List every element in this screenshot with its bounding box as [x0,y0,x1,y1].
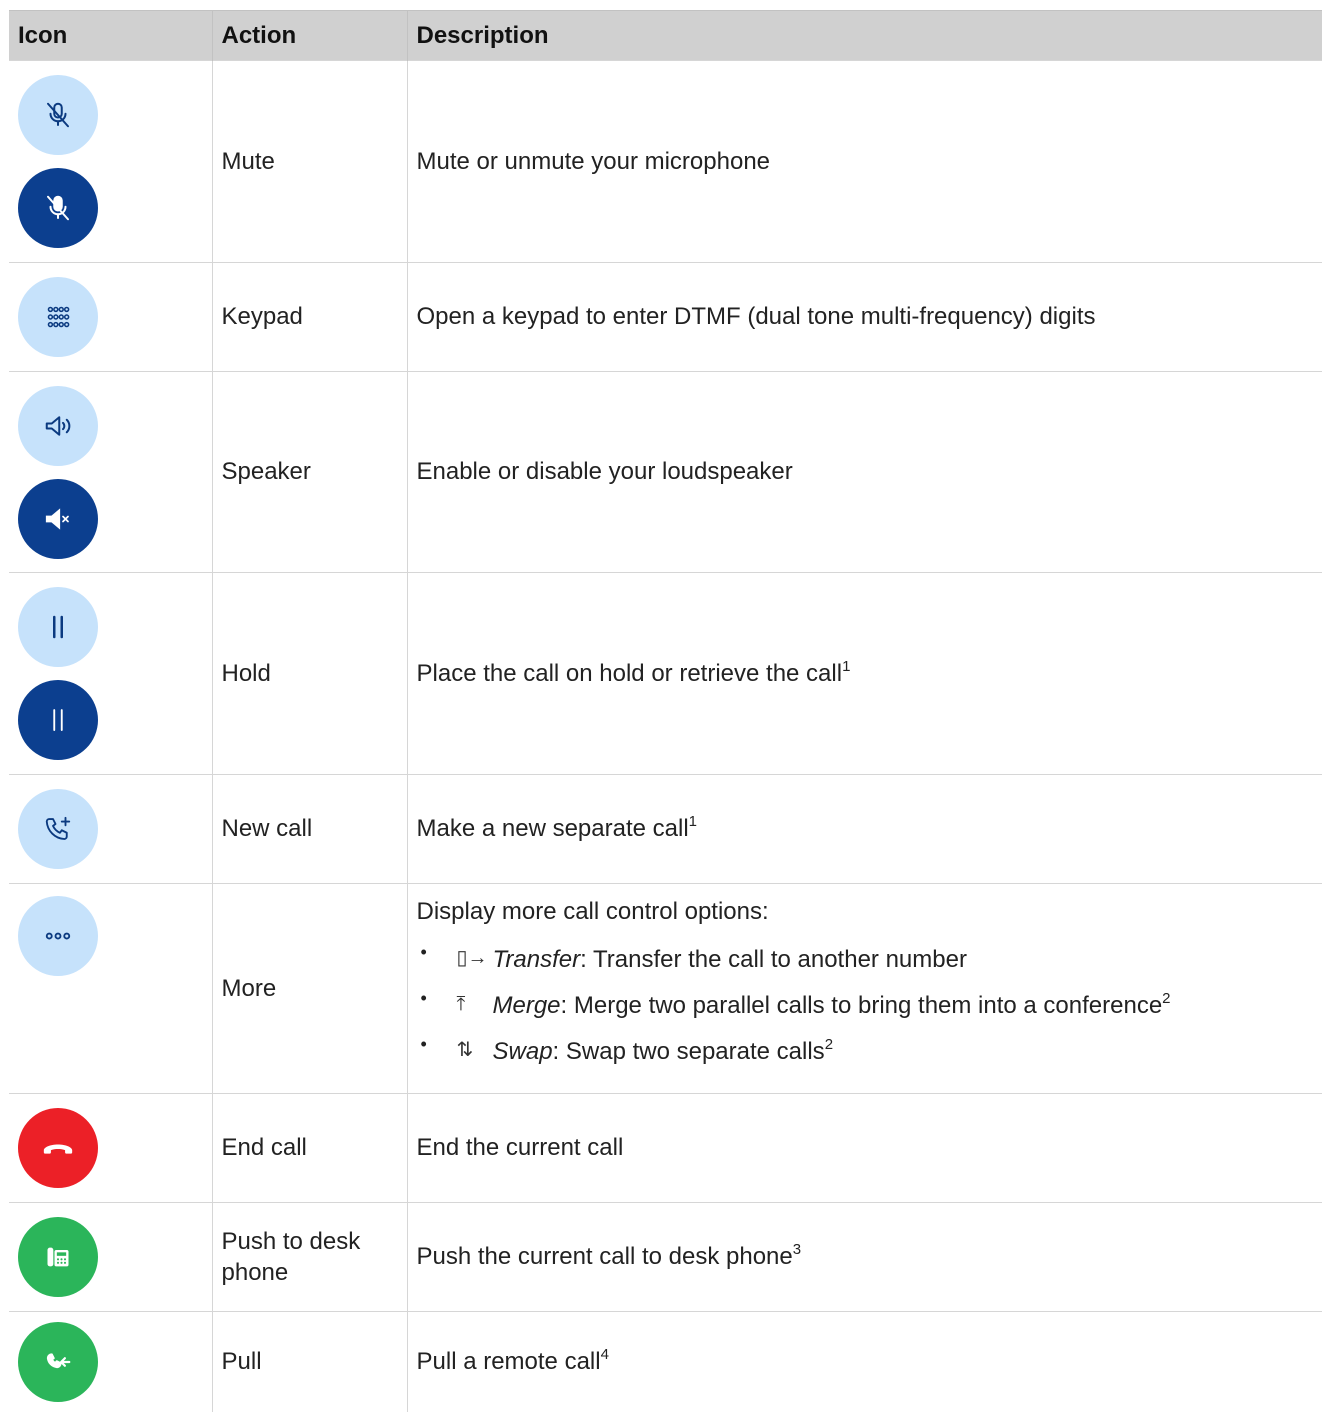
description-cell: Make a new separate call1 [407,775,1322,884]
table-row: Hold Place the call on hold or retrieve … [9,573,1322,775]
pause-icon[interactable] [18,680,98,760]
description-cell: Push the current call to desk phone3 [407,1203,1322,1312]
icon-cell [9,573,212,775]
table-row: New call Make a new separate call1 [9,775,1322,884]
header-description: Description [407,11,1322,61]
description-text: Push the current call to desk phone [417,1243,793,1270]
more-options-list: • ▯→ Transfer: Transfer the call to anot… [417,941,1322,1071]
icon-cell [9,263,212,372]
list-item: • ⇅ Swap: Swap two separate calls2 [417,1033,1322,1071]
icon-cell [9,1312,212,1412]
description-cell: End the current call [407,1094,1322,1203]
description-text: Place the call on hold or retrieve the c… [417,660,843,687]
action-cell: Pull [212,1312,407,1412]
option-name: Transfer [493,946,581,973]
table-row: Keypad Open a keypad to enter DTMF (dual… [9,263,1322,372]
action-cell: More [212,884,407,1094]
option-name: Merge [493,992,561,1019]
option-name: Swap [493,1038,553,1065]
description-text: Pull a remote call [417,1348,601,1375]
description-cell: Open a keypad to enter DTMF (dual tone m… [407,263,1322,372]
table-row: Speaker Enable or disable your loudspeak… [9,372,1322,573]
bullet: • [421,979,427,1017]
keypad-icon[interactable] [18,277,98,357]
action-cell: Push to desk phone [212,1203,407,1312]
description-text: Make a new separate call [417,815,689,842]
header-action: Action [212,11,407,61]
action-cell: End call [212,1094,407,1203]
footnote-ref: 4 [601,1346,609,1363]
icon-cell [9,1094,212,1203]
swap-icon: ⇅ [457,1033,474,1067]
option-text: : Swap two separate calls [553,1038,825,1065]
icon-cell [9,372,212,573]
footnote-ref: 2 [825,1036,833,1053]
table-header-row: Icon Action Description [9,11,1322,61]
pause-icon[interactable] [18,587,98,667]
table-row: Mute Mute or unmute your microphone [9,61,1322,263]
footnote-ref: 2 [1162,990,1170,1007]
phone-add-icon[interactable] [18,789,98,869]
call-controls-table: Icon Action Description [9,10,1322,1412]
description-text: Display more call control options: [417,896,1322,927]
icon-cell [9,775,212,884]
more-icon[interactable] [18,896,98,976]
footnote-ref: 1 [842,658,850,675]
transfer-icon: ▯→ [457,941,488,975]
description-cell: Place the call on hold or retrieve the c… [407,573,1322,775]
table-row: End call End the current call [9,1094,1322,1203]
speaker-icon[interactable] [18,386,98,466]
description-cell: Display more call control options: • ▯→ … [407,884,1322,1094]
list-item: • ⤒ Merge: Merge two parallel calls to b… [417,987,1322,1025]
table-row: More Display more call control options: … [9,884,1322,1094]
icon-cell [9,1203,212,1312]
table-row: Pull Pull a remote call4 [9,1312,1322,1412]
list-item: • ▯→ Transfer: Transfer the call to anot… [417,941,1322,979]
speaker-muted-icon[interactable] [18,479,98,559]
footnote-ref: 3 [793,1241,801,1258]
action-cell: New call [212,775,407,884]
icon-cell [9,61,212,263]
header-icon: Icon [9,11,212,61]
option-text: : Merge two parallel calls to bring them… [561,992,1163,1019]
merge-icon: ⤒ [457,987,466,1021]
table-row: Push to desk phone Push the current call… [9,1203,1322,1312]
action-cell: Mute [212,61,407,263]
footnote-ref: 1 [689,813,697,830]
description-cell: Mute or unmute your microphone [407,61,1322,263]
option-text: : Transfer the call to another number [580,946,967,973]
pull-call-icon[interactable] [18,1322,98,1402]
action-cell: Speaker [212,372,407,573]
bullet: • [421,933,427,971]
bullet: • [421,1025,427,1063]
action-cell: Hold [212,573,407,775]
hang-up-icon[interactable] [18,1108,98,1188]
action-cell: Keypad [212,263,407,372]
mic-off-icon[interactable] [18,75,98,155]
description-cell: Enable or disable your loudspeaker [407,372,1322,573]
icon-cell [9,884,212,1094]
desk-phone-icon[interactable] [18,1217,98,1297]
mic-off-icon[interactable] [18,168,98,248]
description-cell: Pull a remote call4 [407,1312,1322,1412]
